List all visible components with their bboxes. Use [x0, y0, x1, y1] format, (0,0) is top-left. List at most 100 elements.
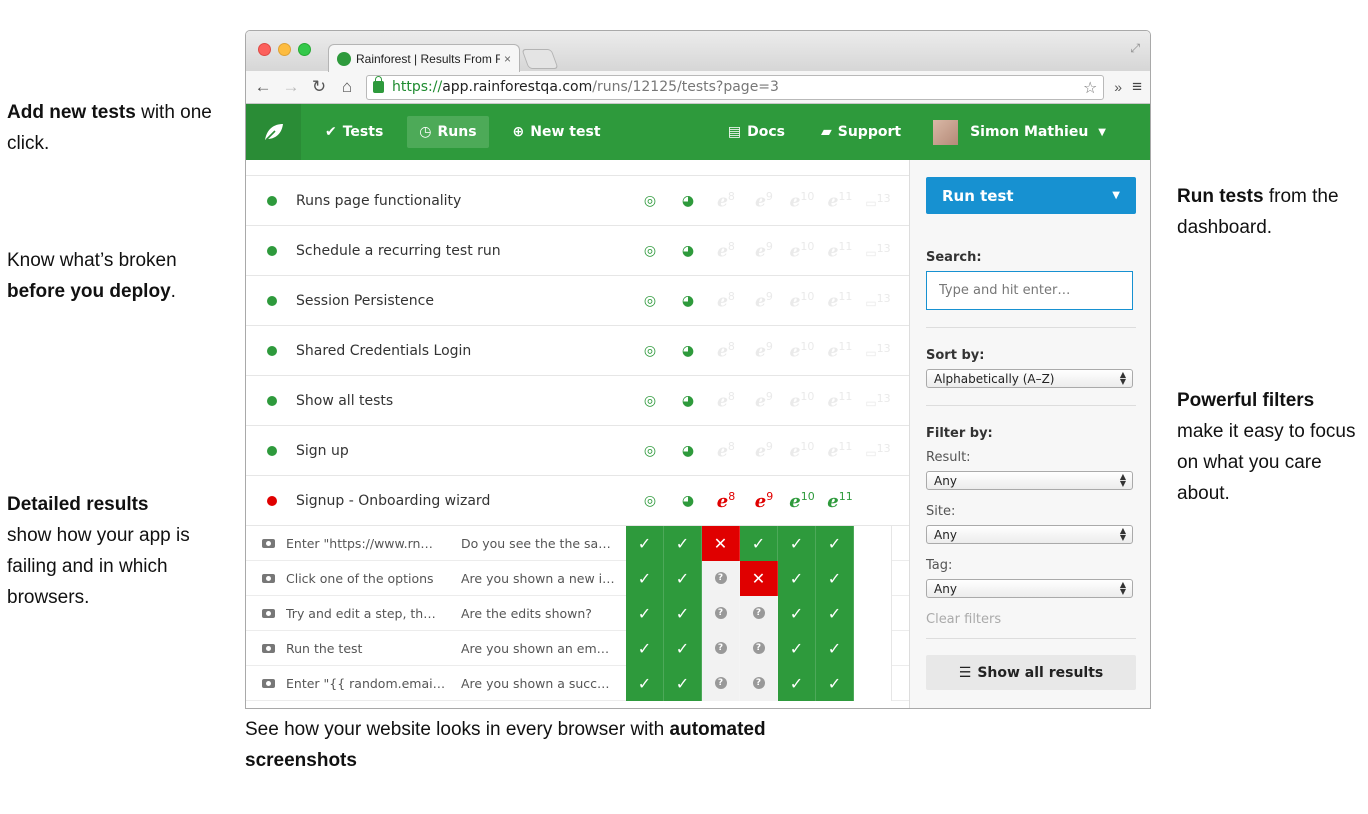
step-row[interactable]: Enter "https://www.rn… Do you see the the…: [246, 525, 909, 561]
test-row[interactable]: Show all tests ◎ ◕ e8 e9 e10 e11 ▭13: [246, 376, 909, 426]
ie-version: 10: [800, 339, 815, 353]
check-icon: ✓: [675, 568, 690, 588]
caption-add-tests: Add new tests with one click.: [7, 97, 227, 159]
forward-icon[interactable]: →: [282, 77, 300, 97]
step-row[interactable]: Enter "{{ random.emai… Are you shown a su…: [246, 665, 909, 701]
close-window-button[interactable]: [258, 43, 271, 56]
test-row[interactable]: Signup - Onboarding wizard ◎ ◕ e8 e9 e10 e11: [246, 476, 909, 526]
reload-icon[interactable]: ↻: [310, 77, 328, 97]
camera-icon[interactable]: [262, 608, 275, 618]
result-select[interactable]: Any ▲ ▼: [926, 471, 1133, 490]
pass-cell[interactable]: ✓: [664, 525, 702, 561]
site-label: Site:: [926, 504, 956, 519]
search-input[interactable]: [926, 271, 1133, 310]
sort-select[interactable]: Alphabetically (A–Z) ▲ ▼: [926, 369, 1133, 388]
step-row[interactable]: Try and edit a step, th… Are the edits sh…: [246, 595, 909, 631]
minimize-window-button[interactable]: [278, 43, 291, 56]
nav-new-test[interactable]: ⊕ New test: [501, 116, 613, 148]
unknown-cell[interactable]: ?: [702, 595, 740, 631]
step-question: Are you shown a succ…: [461, 675, 610, 691]
extensions-icon[interactable]: »: [1114, 79, 1122, 95]
pass-cell[interactable]: ✓: [816, 630, 854, 666]
pass-cell[interactable]: ✓: [626, 525, 664, 561]
zoom-window-button[interactable]: [298, 43, 311, 56]
question-icon: ?: [752, 607, 765, 619]
back-icon[interactable]: ←: [254, 77, 272, 97]
pass-cell[interactable]: ✓: [664, 665, 702, 701]
star-icon[interactable]: ☆: [1083, 78, 1097, 97]
pass-cell[interactable]: ✓: [664, 560, 702, 596]
pass-cell[interactable]: ✓: [778, 560, 816, 596]
address-bar[interactable]: https://app.rainforestqa.com/runs/12125/…: [366, 74, 1105, 100]
unknown-cell[interactable]: ?: [740, 665, 778, 701]
pass-cell[interactable]: ✓: [816, 665, 854, 701]
pass-cell[interactable]: ✓: [740, 525, 778, 561]
step-row[interactable]: Click one of the options Are you shown a …: [246, 560, 909, 596]
pass-cell[interactable]: ✓: [626, 560, 664, 596]
home-icon[interactable]: ⌂: [338, 77, 356, 97]
fail-cell[interactable]: ✕: [702, 525, 740, 561]
camera-icon[interactable]: [262, 678, 275, 688]
fail-cell[interactable]: ✕: [740, 560, 778, 596]
unknown-cell[interactable]: ?: [702, 560, 740, 596]
browser-tab[interactable]: Rainforest | Results From R ×: [328, 44, 520, 72]
test-row[interactable]: Schedule a recurring test run ◎ ◕ e8 e9 e10 e1…: [246, 226, 909, 276]
test-row[interactable]: Shared Credentials Login ◎ ◕ e8 e9 e10 e11 ▭13: [246, 326, 909, 376]
check-icon: ✓: [637, 603, 652, 623]
test-row[interactable]: Sign up ◎ ◕ e8 e9 e10 e11 ▭13: [246, 426, 909, 476]
clear-filters-link[interactable]: Clear filters: [926, 612, 1136, 627]
history-icon: ◷: [419, 124, 432, 140]
nav-tests[interactable]: ✔ Tests: [313, 116, 395, 148]
step-row[interactable]: Run the test Are you shown an em… ✓ ✓?? ✓ ✓: [246, 630, 909, 666]
pass-cell[interactable]: ✓: [778, 525, 816, 561]
check-icon: ✓: [637, 568, 652, 588]
new-tab-button[interactable]: [521, 49, 559, 69]
camera-icon[interactable]: [262, 643, 275, 653]
test-row[interactable]: Session Persistence ◎ ◕ e8 e9 e10 e11 ▭13: [246, 276, 909, 326]
ie-icon: e8: [717, 389, 735, 412]
run-test-button[interactable]: Run test ▼: [926, 177, 1136, 214]
edge-icon: ▭13: [865, 241, 891, 260]
unknown-cell[interactable]: ?: [702, 630, 740, 666]
menu-icon[interactable]: ≡: [1132, 77, 1142, 97]
user-menu[interactable]: Simon Mathieu ▼: [913, 119, 1150, 145]
tab-close-icon[interactable]: ×: [504, 52, 511, 66]
nav-support[interactable]: ▰ Support: [809, 116, 913, 148]
show-all-results-button[interactable]: ☰ Show all results: [926, 655, 1136, 690]
unknown-cell[interactable]: ?: [740, 630, 778, 666]
pass-cell[interactable]: ✓: [816, 595, 854, 631]
pass-cell[interactable]: ✓: [626, 595, 664, 631]
step-action: Enter "https://www.rn…: [286, 535, 433, 551]
nav-docs[interactable]: ▤ Docs: [716, 116, 797, 148]
pass-cell[interactable]: ✓: [626, 630, 664, 666]
test-name: Schedule a recurring test run: [296, 242, 501, 259]
ie-icon: e11: [827, 339, 853, 362]
site-select[interactable]: Any ▲ ▼: [926, 525, 1133, 544]
check-icon: ✓: [789, 638, 804, 658]
ie-version: 8: [727, 439, 735, 453]
leaf-logo-icon[interactable]: [246, 104, 301, 160]
tab-title: Rainforest | Results From R: [356, 51, 500, 66]
unknown-cell[interactable]: ?: [702, 665, 740, 701]
pass-cell[interactable]: ✓: [816, 525, 854, 561]
fullscreen-icon[interactable]: ⤢: [1130, 41, 1140, 56]
pass-cell[interactable]: ✓: [778, 595, 816, 631]
caret-down-icon[interactable]: ▼: [1112, 190, 1120, 201]
check-icon: ✓: [789, 603, 804, 623]
ie-version: 8: [727, 339, 735, 353]
tag-select[interactable]: Any ▲ ▼: [926, 579, 1133, 598]
camera-icon[interactable]: [262, 573, 275, 583]
unknown-cell[interactable]: ?: [740, 595, 778, 631]
pass-cell[interactable]: ✓: [664, 630, 702, 666]
caption-powerful-filters: Powerful filters make it easy to focus o…: [1177, 385, 1357, 509]
camera-icon[interactable]: [262, 538, 275, 548]
pass-cell[interactable]: ✓: [626, 665, 664, 701]
pass-cell[interactable]: ✓: [778, 665, 816, 701]
nav-runs[interactable]: ◷ Runs: [407, 116, 489, 148]
test-row[interactable]: Runs page functionality ◎ ◕ e8 e9 e10 e11 ▭13: [246, 176, 909, 226]
pass-cell[interactable]: ✓: [816, 560, 854, 596]
pass-cell[interactable]: ✓: [664, 595, 702, 631]
nav-new-test-label: New test: [530, 124, 601, 140]
pass-cell[interactable]: ✓: [778, 630, 816, 666]
caption-detailed-bold: Detailed results: [7, 494, 149, 515]
